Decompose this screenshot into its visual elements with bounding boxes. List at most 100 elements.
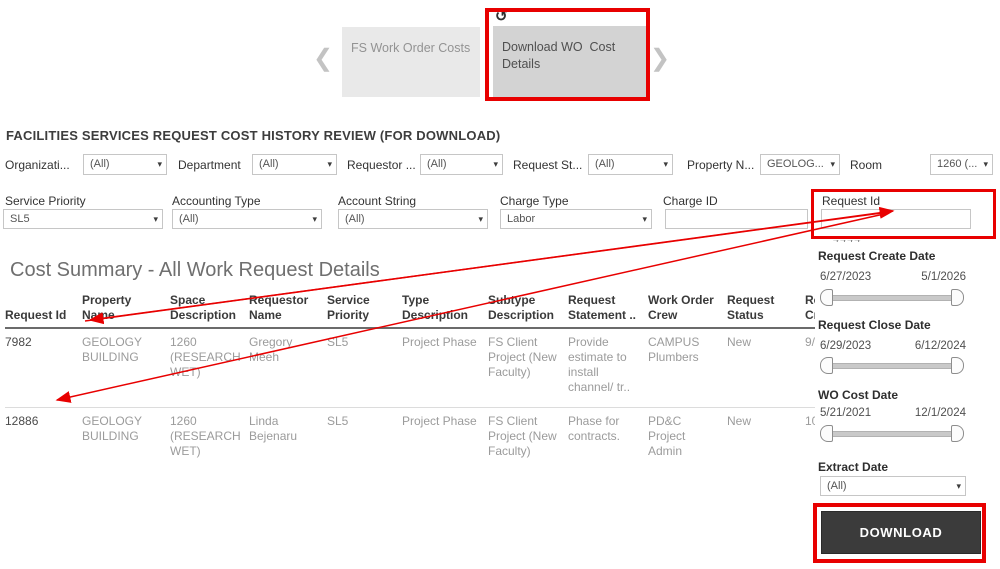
wo-cost-date-slider[interactable] — [820, 425, 964, 442]
chevron-left-icon[interactable]: ❮ — [313, 47, 333, 71]
col-space-description: Space Description — [170, 293, 249, 329]
request-close-date-slider[interactable] — [820, 357, 964, 374]
slider-label-request-create-date: Request Create Date — [818, 249, 936, 263]
filter-select-service-priority[interactable]: SL5 ▾ — [3, 209, 163, 229]
filter-select-account-string[interactable]: (All) ▾ — [338, 209, 488, 229]
col-request-status: Request Status — [727, 293, 805, 329]
tab-download-wo-cost-details[interactable]: Download WO Cost Details — [493, 26, 646, 100]
slider-handle-left[interactable] — [820, 289, 833, 306]
request-create-date-slider[interactable] — [820, 289, 964, 306]
slider-end-date: 6/12/2024 — [914, 340, 966, 352]
filter-label-requestor: Requestor ... — [347, 158, 416, 172]
filter-label-service-priority: Service Priority — [5, 194, 86, 208]
caret-down-icon: ▾ — [663, 159, 668, 169]
slider-track — [822, 431, 962, 437]
filter-select-requestor[interactable]: (All) ▾ — [420, 154, 503, 175]
slider-label-request-close-date: Request Close Date — [818, 318, 931, 332]
cell-subtype-description: FS Client Project (New Faculty) — [488, 414, 557, 458]
slider-handle-right[interactable] — [951, 289, 964, 306]
caret-down-icon: ▾ — [956, 481, 961, 491]
tab-label: Download WO Cost Details — [502, 40, 619, 71]
caret-down-icon: ▾ — [312, 214, 317, 224]
cell-service-priority: SL5 — [327, 328, 402, 408]
filter-value: (All) — [179, 213, 199, 225]
caret-down-icon: ▾ — [327, 159, 332, 169]
filter-label-request-id: Request Id — [822, 194, 881, 208]
filter-label-charge-type: Charge Type — [500, 194, 569, 208]
col-type-description: Type Description — [402, 293, 488, 329]
filter-select-request-status[interactable]: (All) ▾ — [588, 154, 673, 175]
tab-fs-work-order-costs[interactable]: FS Work Order Costs — [342, 27, 480, 97]
filter-label-room: Room — [850, 158, 883, 172]
filter-label-property-name: Property N... — [687, 158, 755, 172]
filter-value: (All) — [259, 158, 279, 170]
col-subtype-description: Subtype Description — [488, 293, 568, 329]
filter-value: Labor — [507, 213, 536, 225]
slider-track — [822, 295, 962, 301]
filter-label-account-string: Account String — [338, 194, 417, 208]
page-title: FACILITIES SERVICES REQUEST COST HISTORY… — [6, 128, 501, 143]
caret-down-icon: ▾ — [153, 214, 158, 224]
cell-request-created: 9/ — [805, 328, 815, 408]
dashboard-page: ❮ ↺ FS Work Order Costs Download WO Cost… — [0, 0, 1000, 569]
cell-request-statement: Phase for contracts. — [568, 414, 621, 443]
cell-type-description: Project Phase — [402, 414, 477, 428]
filter-value: 1260 (... — [937, 158, 978, 170]
slider-dates: 6/29/2023 6/12/2024 — [820, 340, 966, 352]
cell-request-statement: Provide estimate to install channel/ tr.… — [568, 328, 648, 408]
download-button[interactable]: DOWNLOAD — [821, 511, 981, 554]
slider-handle-left[interactable] — [820, 425, 833, 442]
filter-label-request-status: Request St... — [513, 158, 583, 172]
slider-handle-right[interactable] — [951, 357, 964, 374]
filter-label-charge-id: Charge ID — [663, 194, 718, 208]
slider-handle-right[interactable] — [951, 425, 964, 442]
slider-label-wo-cost-date: WO Cost Date — [818, 388, 899, 402]
slider-dates: 6/27/2023 5/1/2026 — [820, 271, 966, 283]
col-request-created-clipped: ReCr — [805, 293, 815, 329]
caret-down-icon: ▾ — [642, 214, 647, 224]
refresh-icon[interactable]: ↺ — [495, 7, 508, 25]
col-request-statement: Request Statement .. — [568, 293, 648, 329]
caret-down-icon: ▾ — [830, 159, 835, 169]
caret-down-icon: ▾ — [983, 159, 988, 169]
table-row: 7982 GEOLOGY BUILDING 1260 (RESEARCH WET… — [5, 328, 815, 408]
filter-select-accounting-type[interactable]: (All) ▾ — [172, 209, 322, 229]
col-work-order-crew: Work Order Crew — [648, 293, 727, 329]
request-id-partial-list-value: 4444 — [833, 240, 877, 248]
work-request-table: Request Id Property Name Space Description… — [5, 293, 815, 468]
filter-select-department[interactable]: (All) ▾ — [252, 154, 337, 175]
col-requestor-name: Requestor Name — [249, 293, 327, 329]
cell-property-name: GEOLOGY BUILDING — [82, 328, 170, 408]
slider-track — [822, 363, 962, 369]
cell-space-description: 1260 (RESEARCH WET) — [170, 414, 241, 458]
slider-handle-left[interactable] — [820, 357, 833, 374]
cell-request-status: New — [727, 414, 752, 428]
cell-type-description: Project Phase — [402, 328, 488, 408]
request-id-input[interactable] — [821, 209, 971, 229]
filter-value: (All) — [827, 480, 847, 492]
cell-property-name: GEOLOGY BUILDING — [82, 414, 142, 443]
filter-value: (All) — [427, 158, 447, 170]
filter-label-accounting-type: Accounting Type — [172, 194, 261, 208]
filter-select-organization[interactable]: (All) ▾ — [83, 154, 167, 175]
filter-select-extract-date[interactable]: (All) ▾ — [820, 476, 966, 496]
table-row: 12886 GEOLOGY BUILDING 1260 (RESEARCH WE… — [5, 408, 815, 469]
tab-label: FS Work Order Costs — [351, 41, 471, 55]
filter-select-room[interactable]: 1260 (... ▾ — [930, 154, 993, 175]
filter-value: (All) — [345, 213, 365, 225]
section-title: Cost Summary - All Work Request Details — [10, 259, 380, 281]
caret-down-icon: ▾ — [157, 159, 162, 169]
cell-service-priority: SL5 — [327, 414, 349, 428]
chevron-right-icon[interactable]: ❯ — [650, 47, 670, 71]
table-header-row: Request Id Property Name Space Description… — [5, 293, 815, 329]
filter-select-charge-type[interactable]: Labor ▾ — [500, 209, 652, 229]
slider-end-date: 5/1/2026 — [921, 271, 966, 283]
charge-id-input[interactable] — [665, 209, 808, 229]
cell-requestor-name: Gregory Meeh — [249, 328, 327, 408]
cell-request-id: 7982 — [5, 328, 82, 408]
filter-select-property-name[interactable]: GEOLOG... ▾ — [760, 154, 840, 175]
cell-request-created: 10 — [805, 414, 815, 428]
cell-work-order-crew: PD&C Project Admin — [648, 414, 686, 458]
col-property-name: Property Name — [82, 293, 170, 329]
caret-down-icon: ▾ — [478, 214, 483, 224]
